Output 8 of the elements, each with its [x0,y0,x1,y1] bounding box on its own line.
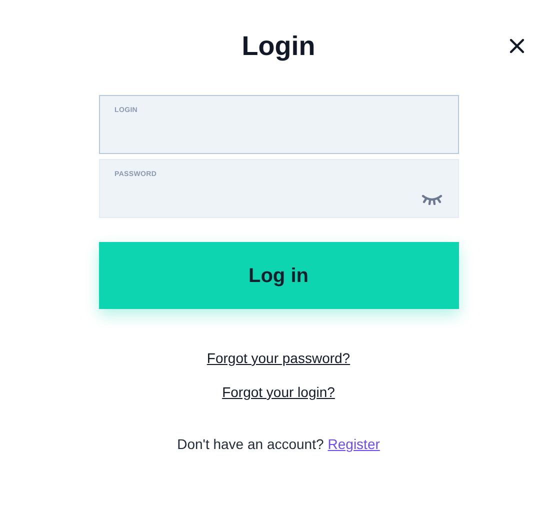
closed-eye-icon[interactable] [420,192,442,205]
register-link[interactable]: Register [328,434,380,455]
footer-text: Don't have an account? [177,435,324,454]
forgot-link[interactable]: Forgot your login? [222,383,335,402]
forgot-link[interactable]: Forgot your password? [206,349,350,368]
dialog-title: Login [242,30,316,63]
login-button[interactable]: Log in [98,242,458,309]
close-button[interactable] [507,36,527,56]
